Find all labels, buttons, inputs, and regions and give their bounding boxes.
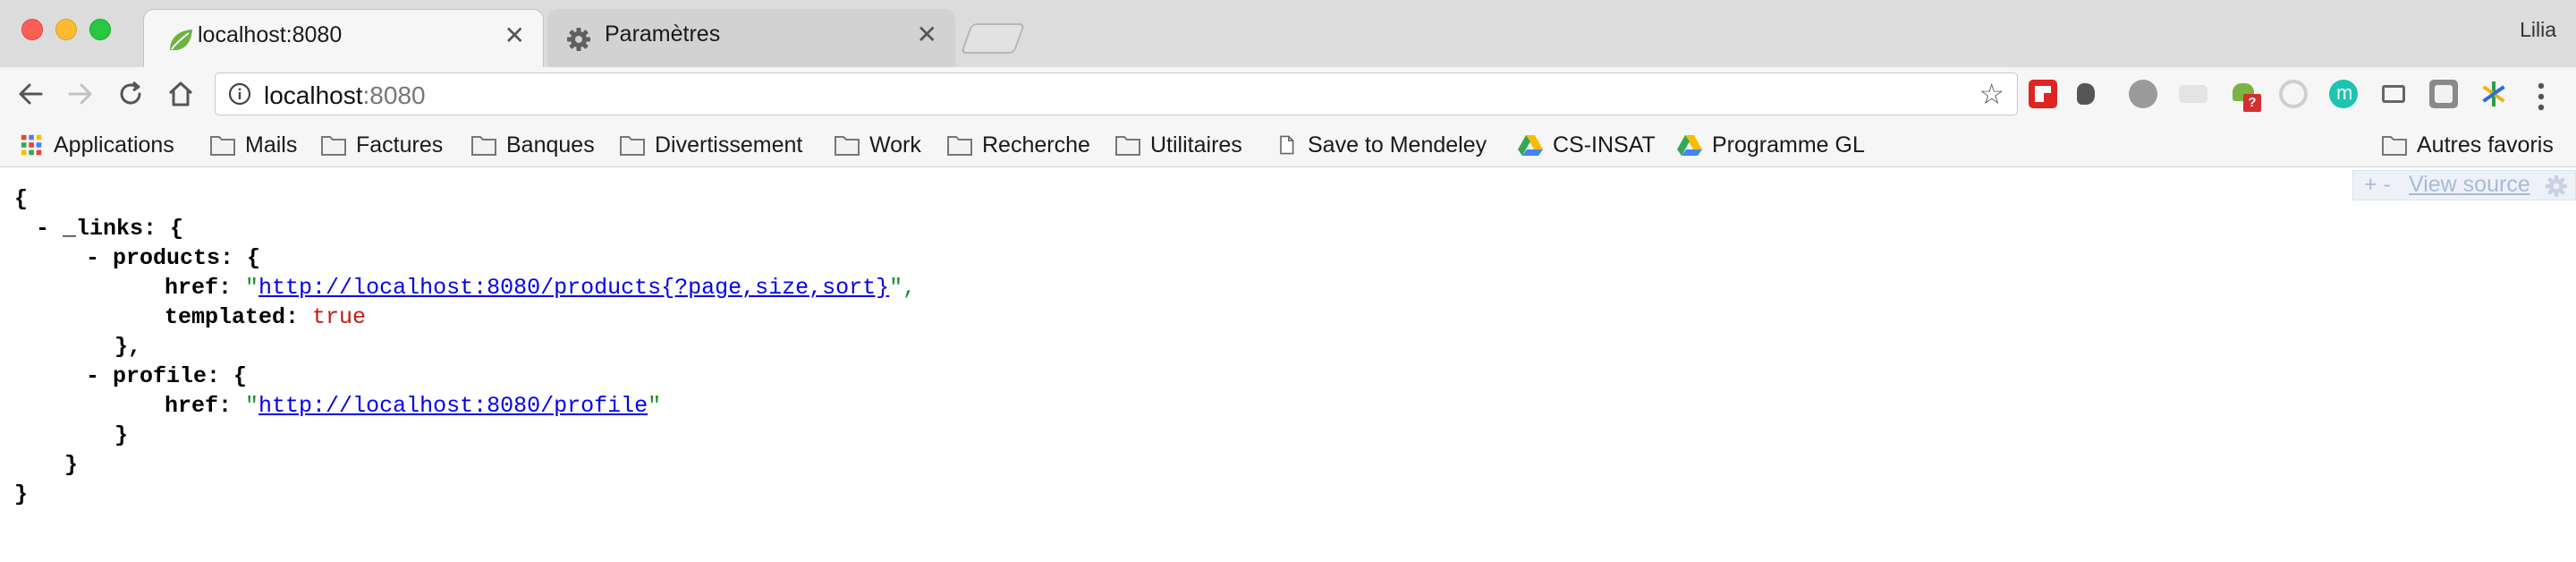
m-extension-icon[interactable]: m xyxy=(2329,80,2358,108)
bookmark-label: Divertissement xyxy=(655,132,803,158)
info-icon[interactable] xyxy=(228,82,251,106)
bookmark-label: Save to Mendeley xyxy=(1308,132,1487,158)
bookmark-label: Programme GL xyxy=(1712,132,1865,158)
folder-icon xyxy=(1115,136,1140,156)
tab-close-icon[interactable]: ✕ xyxy=(917,21,937,48)
browser-toolbar: localhost:8080 ☆ ? m xyxy=(0,67,2576,121)
flipboard-extension-icon[interactable] xyxy=(2029,80,2057,108)
bookmark-save-to-mendeley[interactable]: Save to Mendeley xyxy=(1277,130,1487,160)
bookmark-folder-recherche[interactable]: Recherche xyxy=(946,130,1090,160)
json-products-line: - products: { xyxy=(86,245,261,271)
json-products-close: }, xyxy=(114,334,142,360)
profile-collapse-toggle[interactable]: - profile: xyxy=(86,363,220,389)
new-tab-button[interactable] xyxy=(960,23,1026,54)
links-collapse-toggle[interactable]: - _links: xyxy=(36,216,157,242)
url-text[interactable]: localhost:8080 xyxy=(264,81,426,110)
reload-icon[interactable] xyxy=(114,78,147,110)
bookmark-label: Mails xyxy=(245,132,298,158)
bookmark-folder-autres-favoris[interactable]: Autres favoris xyxy=(2381,130,2554,160)
bookmark-label: Recherche xyxy=(982,132,1090,158)
gear-icon xyxy=(567,28,590,51)
window-minimize-button[interactable] xyxy=(55,19,77,40)
json-key: href: xyxy=(165,393,233,419)
bookmark-label: Applications xyxy=(54,132,174,158)
more-menu-icon[interactable] xyxy=(2537,79,2546,115)
folder-icon xyxy=(835,136,860,156)
json-key: href: xyxy=(165,275,233,301)
json-key: templated: xyxy=(165,304,300,330)
tab-title: Paramètres xyxy=(605,21,721,47)
star-extension-icon[interactable] xyxy=(2479,80,2508,108)
bookmark-programme-gl[interactable]: Programme GL xyxy=(1676,130,1865,160)
google-drive-icon xyxy=(1677,135,1702,156)
bookmark-label: CS-INSAT xyxy=(1553,132,1656,158)
tab-localhost[interactable]: localhost:8080 ✕ xyxy=(143,9,544,67)
bookmark-label: Banques xyxy=(506,132,595,158)
json-profile-line: - profile: { xyxy=(86,363,248,389)
window-close-button[interactable] xyxy=(21,19,43,40)
back-arrow-icon[interactable] xyxy=(14,78,47,110)
bookmark-folder-mails[interactable]: Mails xyxy=(209,130,297,160)
bookmark-label: Work xyxy=(869,132,921,158)
bookmark-label: Autres favoris xyxy=(2417,132,2554,158)
bookmarks-bar: Applications Mails Factures Banques Dive… xyxy=(0,121,2576,167)
json-boolean-value: true xyxy=(312,304,367,330)
profile-name[interactable]: Lilia xyxy=(2520,18,2556,42)
square-extension-icon[interactable] xyxy=(2429,80,2458,108)
bookmark-folder-work[interactable]: Work xyxy=(834,130,921,160)
profile-href-link[interactable]: http://localhost:8080/profile xyxy=(258,393,648,419)
globe-extension-icon[interactable] xyxy=(2129,80,2157,108)
page-icon xyxy=(1280,135,1294,155)
bookmark-folder-divertissement[interactable]: Divertissement xyxy=(619,130,802,160)
bookmark-label: Factures xyxy=(356,132,444,158)
json-links-line: - _links: { xyxy=(36,216,184,242)
json-viewer-toolbar: + - View source xyxy=(2352,170,2576,200)
tab-parametres[interactable]: Paramètres ✕ xyxy=(547,9,955,67)
google-drive-icon xyxy=(1518,135,1543,156)
tab-title: localhost:8080 xyxy=(198,22,343,47)
home-icon[interactable] xyxy=(165,78,197,110)
settings-gear-icon[interactable] xyxy=(2545,175,2568,198)
folder-icon xyxy=(620,136,645,156)
view-source-link[interactable]: View source xyxy=(2409,172,2530,198)
bookmark-folder-banques[interactable]: Banques xyxy=(470,130,595,160)
folder-icon xyxy=(2382,136,2407,156)
expand-collapse-toggle[interactable]: + - xyxy=(2364,172,2391,198)
bookmark-label: Utilitaires xyxy=(1150,132,1242,158)
products-collapse-toggle[interactable]: - products: xyxy=(86,245,233,271)
box-extension-icon[interactable] xyxy=(2179,85,2207,103)
json-templated-line: templated: true xyxy=(165,304,366,331)
window-titlebar: localhost:8080 ✕ Paramètres ✕ Lilia xyxy=(0,0,2576,67)
products-href-link[interactable]: http://localhost:8080/products{?page,siz… xyxy=(258,275,889,301)
spring-leaf-icon xyxy=(170,30,192,51)
json-links-close: } xyxy=(64,452,79,478)
json-profile-href-line: href: "http://localhost:8080/profile" xyxy=(165,393,662,419)
android-extension-icon[interactable]: ? xyxy=(2229,80,2261,112)
bookmark-folder-utilitaires[interactable]: Utilitaires xyxy=(1114,130,1242,160)
tab-close-icon[interactable]: ✕ xyxy=(504,22,525,49)
folder-icon xyxy=(471,136,496,156)
evernote-extension-icon[interactable] xyxy=(2072,80,2100,108)
folder-icon xyxy=(210,136,235,156)
refresh-extension-icon[interactable] xyxy=(2279,80,2308,108)
inbox-extension-icon[interactable] xyxy=(2379,80,2408,108)
bookmark-star-icon[interactable]: ☆ xyxy=(1979,79,2004,109)
folder-icon xyxy=(947,136,972,156)
apps-grid-icon xyxy=(21,134,42,156)
bookmark-cs-insat[interactable]: CS-INSAT xyxy=(1517,130,1656,160)
json-profile-close: } xyxy=(114,422,129,448)
json-products-href-line: href: "http://localhost:8080/products{?p… xyxy=(165,275,917,301)
bookmark-applications[interactable]: Applications xyxy=(20,130,174,160)
window-maximize-button[interactable] xyxy=(89,19,111,40)
json-root-close: } xyxy=(14,481,29,507)
page-content xyxy=(0,167,2576,562)
bookmark-folder-factures[interactable]: Factures xyxy=(320,130,443,160)
forward-arrow-icon[interactable] xyxy=(64,78,97,110)
address-bar[interactable]: localhost:8080 ☆ xyxy=(215,72,2018,115)
json-root-open: { xyxy=(14,186,29,212)
folder-icon xyxy=(321,136,346,156)
